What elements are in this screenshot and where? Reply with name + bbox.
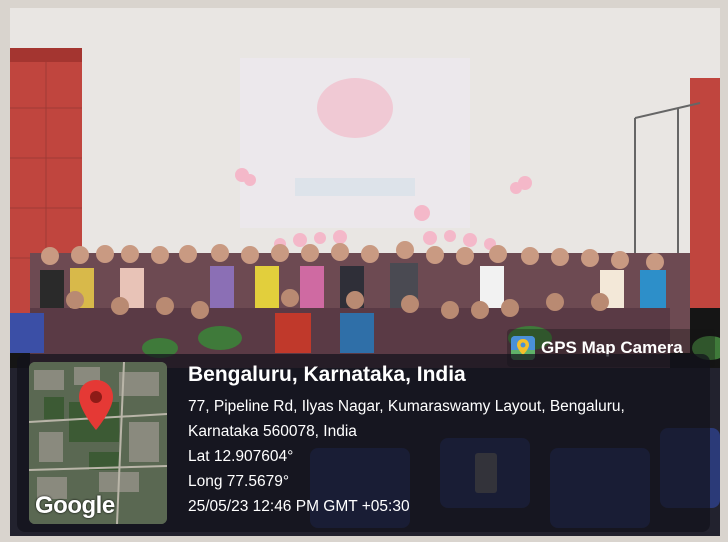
location-title: Bengaluru, Karnataka, India: [188, 363, 466, 386]
photo-frame: GPS Map Camera Google Bengaluru, Karnata…: [0, 0, 728, 542]
address-line-2: Karnataka 560078, India: [188, 423, 357, 440]
location-details: Bengaluru, Karnataka, India 77, Pipeline…: [188, 362, 625, 519]
timestamp: 25/05/23 12:46 PM GMT +05:30: [188, 498, 410, 515]
longitude: Long 77.5679°: [188, 473, 290, 490]
location-info-panel: Google Bengaluru, Karnataka, India 77, P…: [17, 354, 710, 532]
address-line-1: 77, Pipeline Rd, Ilyas Nagar, Kumaraswam…: [188, 398, 625, 415]
map-thumbnail: Google: [29, 362, 167, 524]
map-marker-icon: [79, 380, 113, 430]
google-watermark: Google: [35, 492, 115, 519]
latitude: Lat 12.907604°: [188, 448, 294, 465]
